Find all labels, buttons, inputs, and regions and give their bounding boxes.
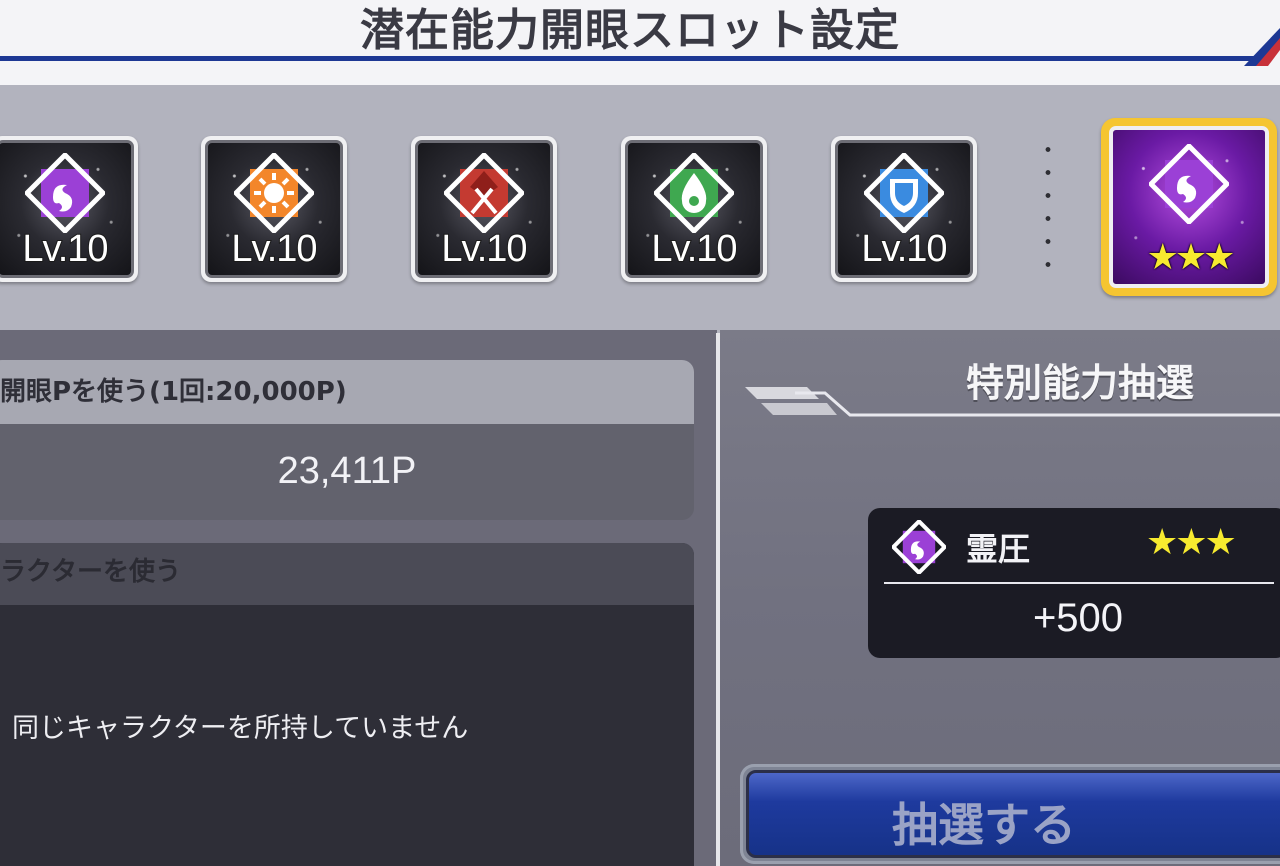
crossed-swords-gem-icon <box>444 153 524 233</box>
points-balance: 23,411P <box>0 424 694 520</box>
header-underline <box>0 56 1262 61</box>
no-characters-message: 同じキャラクターを所持していません <box>12 713 469 744</box>
special-ability-title: 特別能力抽選 <box>965 361 1194 405</box>
ability-rarity-stars: ★★★ <box>1146 522 1237 563</box>
slot-special-selected[interactable]: ★★★ <box>1101 118 1277 296</box>
draw-button[interactable]: 抽選する <box>740 764 1280 864</box>
droplet-gem-icon <box>654 153 734 233</box>
spirit-gem-icon <box>25 153 105 233</box>
rarity-stars: ★★★ <box>1146 237 1236 278</box>
slot-level-label: Lv.10 <box>650 227 738 271</box>
points-card[interactable]: 開眼Pを使う(1回:20,000P) 23,411P <box>0 360 694 520</box>
characters-card-header: ラクターを使う <box>0 543 694 605</box>
spirit-gem-icon <box>1149 144 1229 224</box>
page-title: 潜在能力開眼スロット設定 <box>360 5 900 56</box>
slot-level-label: Lv.10 <box>440 227 528 271</box>
spirit-gem-icon <box>892 520 946 574</box>
draw-button-label: 抽選する <box>892 798 1076 852</box>
ability-value: +500 <box>1032 596 1124 640</box>
points-card-header: 開眼Pを使う(1回:20,000P) <box>0 360 694 424</box>
slot-fire[interactable]: Lv.10 <box>201 136 347 282</box>
slot-separator-dots <box>1045 138 1051 278</box>
result-divider <box>884 582 1274 584</box>
slot-crimson[interactable]: Lv.10 <box>411 136 557 282</box>
header-bar: 潜在能力開眼スロット設定 <box>0 0 1280 85</box>
sun-gem-icon <box>234 153 314 233</box>
slot-water[interactable]: Lv.10 <box>621 136 767 282</box>
slot-level-label: Lv.10 <box>21 227 109 271</box>
slot-shield[interactable]: Lv.10 <box>831 136 977 282</box>
header-corner-decoration <box>1244 28 1280 66</box>
characters-card[interactable]: ラクターを使う 同じキャラクターを所持していません <box>0 543 694 866</box>
slot-spirit[interactable]: Lv.10 <box>0 136 138 282</box>
slot-level-label: Lv.10 <box>860 227 948 271</box>
ability-result-card: 霊圧 ★★★ +500 <box>868 508 1280 658</box>
slot-level-label: Lv.10 <box>230 227 318 271</box>
shield-gem-icon <box>864 153 944 233</box>
ability-name: 霊圧 <box>966 530 1031 568</box>
